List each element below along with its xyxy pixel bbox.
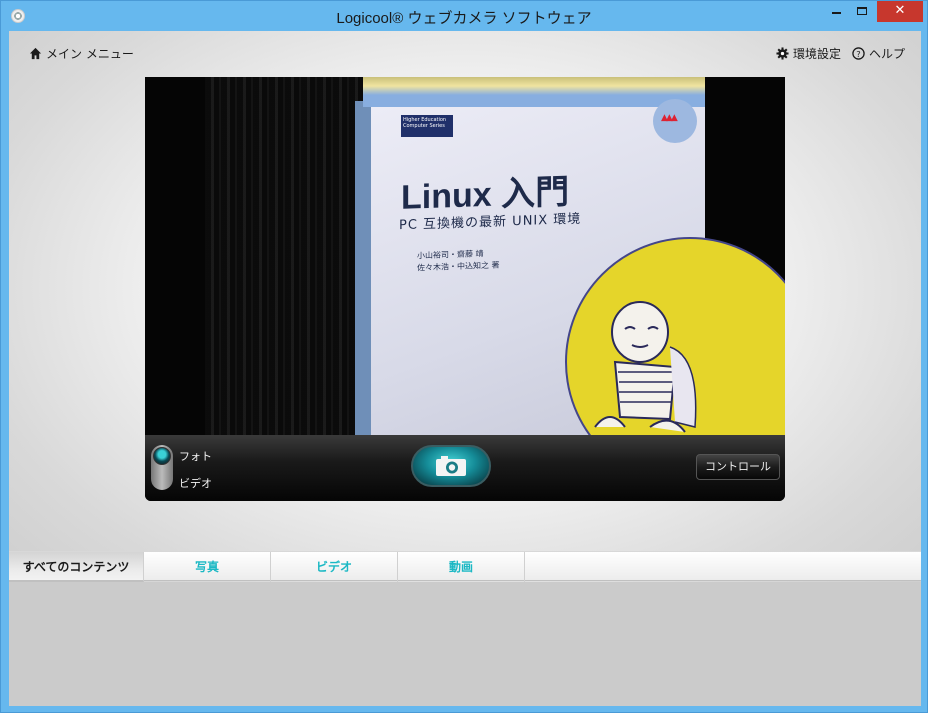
toggle-knob[interactable] [153,447,171,465]
background-curtain [205,77,365,435]
tab-movies[interactable]: 動画 [398,552,525,582]
gear-icon [776,47,789,60]
tab-all-content[interactable]: すべてのコンテンツ [9,552,144,582]
window-title: Logicool® ウェブカメラ ソフトウェア [336,10,592,27]
minimize-button[interactable] [823,1,849,22]
mode-photo-label[interactable]: フォト [179,448,212,464]
close-button[interactable]: ✕ [877,1,923,22]
help-link[interactable]: ? ヘルプ [852,45,905,62]
tab-photos[interactable]: 写真 [144,552,271,582]
svg-text:?: ? [856,49,860,59]
maximize-icon [857,6,867,15]
app-window: Logicool® ウェブカメラ ソフトウェア ✕ メイン メニュー 環境設定 … [0,0,928,713]
book-top [363,77,705,107]
main-menu-link[interactable]: メイン メニュー [29,45,134,62]
help-icon: ? [852,47,865,60]
help-label: ヘルプ [869,47,906,61]
minimize-icon [831,11,841,14]
cartoon-character-illustration [594,301,697,433]
maximize-button[interactable] [849,1,875,22]
capture-photo-button[interactable] [411,445,491,487]
publisher-logo-icon [653,99,697,143]
home-icon [29,47,42,60]
main-panel: メイン メニュー 環境設定 ? ヘルプ Higher Education Com… [9,31,921,706]
content-tabs: すべてのコンテンツ 写真 ビデオ 動画 [9,551,921,582]
settings-label: 環境設定 [793,47,842,61]
camera-preview: Higher Education Computer Series Linux 入… [145,77,785,501]
book-series-badge: Higher Education Computer Series [401,115,453,137]
tab-videos[interactable]: ビデオ [271,552,398,582]
settings-link[interactable]: 環境設定 [776,45,841,62]
close-icon: ✕ [894,3,906,18]
title-bar[interactable]: Logicool® ウェブカメラ ソフトウェア ✕ [1,1,927,31]
content-gallery [9,582,921,706]
main-menu-label: メイン メニュー [46,47,134,61]
capture-controls: フォト ビデオ コントロール [145,435,785,501]
book-authors: 小山裕司・齋藤 靖 佐々木浩・中込知之 著 [417,248,500,275]
mode-video-label[interactable]: ビデオ [179,475,212,491]
live-video-feed: Higher Education Computer Series Linux 入… [145,77,785,487]
camera-icon [436,456,466,476]
camera-controls-button[interactable]: コントロール [696,454,780,480]
photo-video-toggle[interactable] [151,445,173,490]
